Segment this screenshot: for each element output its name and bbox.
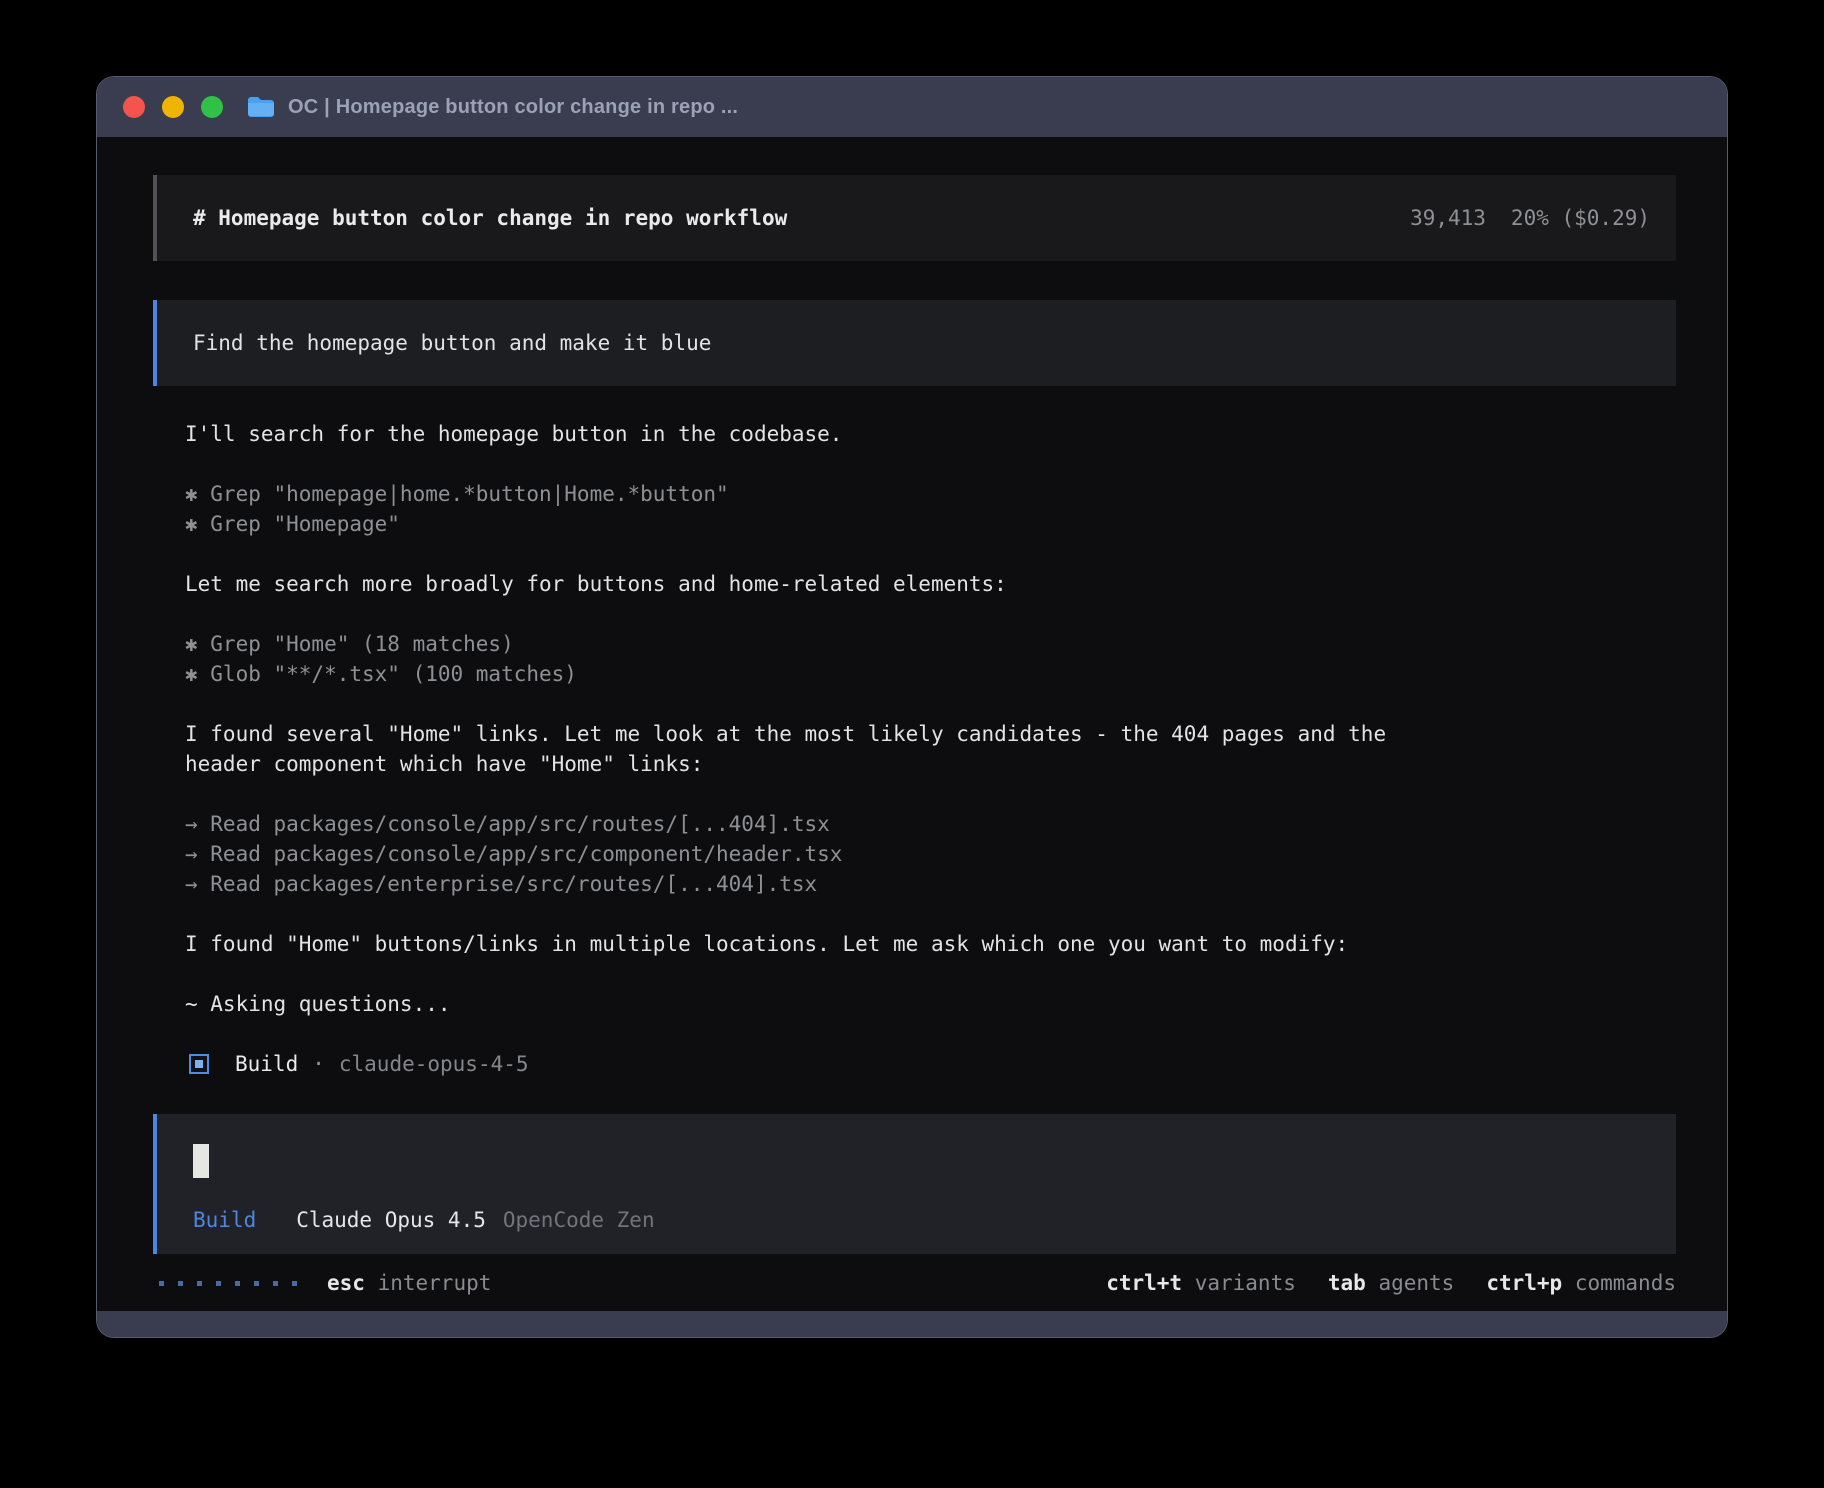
spinner-dot — [197, 1281, 202, 1286]
esc-label: interrupt — [378, 1271, 492, 1295]
tool-call-line: ✱ Grep "Home" (18 matches) — [185, 629, 1676, 659]
folder-icon — [247, 96, 275, 118]
assistant-text-line: I found several "Home" links. Let me loo… — [185, 719, 1676, 749]
tool-call-line: → Read packages/enterprise/src/routes/[.… — [185, 869, 1676, 899]
status-bar-right: ctrl+t variants tab agents ctrl+p comman… — [1106, 1271, 1676, 1295]
text-cursor — [193, 1144, 209, 1178]
spinner-dot — [159, 1281, 164, 1286]
user-message: Find the homepage button and make it blu… — [153, 300, 1676, 386]
spinner-dot — [292, 1281, 297, 1286]
assistant-text-block: I found "Home" buttons/links in multiple… — [185, 929, 1676, 959]
close-button[interactable] — [123, 96, 145, 118]
tool-call-line: → Read packages/console/app/src/routes/[… — [185, 809, 1676, 839]
input-model-label[interactable]: Claude Opus 4.5 — [296, 1208, 486, 1232]
window-title: OC | Homepage button color change in rep… — [288, 96, 738, 119]
tool-call-block: ✱ Grep "homepage|home.*button|Home.*butt… — [185, 479, 1676, 539]
ctrl-p-key: ctrl+p — [1486, 1271, 1562, 1295]
commands-hint: ctrl+p commands — [1486, 1271, 1676, 1295]
assistant-text-line: Let me search more broadly for buttons a… — [185, 569, 1676, 599]
conversation: I'll search for the homepage button in t… — [185, 419, 1676, 1049]
commands-label: commands — [1575, 1271, 1676, 1295]
assistant-text-line: I'll search for the homepage button in t… — [185, 419, 1676, 449]
input-footer: Build Claude Opus 4.5 OpenCode Zen — [193, 1208, 1640, 1232]
session-title: # Homepage button color change in repo w… — [193, 206, 787, 230]
minimize-button[interactable] — [162, 96, 184, 118]
spinner-dot — [254, 1281, 259, 1286]
context-usage: 20% ($0.29) — [1511, 206, 1650, 230]
assistant-text-line: header component which have "Home" links… — [185, 749, 1676, 779]
ctrl-t-key: ctrl+t — [1106, 1271, 1182, 1295]
agent-name: Build — [235, 1052, 298, 1076]
tool-call-line: ✱ Grep "Homepage" — [185, 509, 1676, 539]
window-titlebar[interactable]: OC | Homepage button color change in rep… — [97, 77, 1727, 137]
spinner-dot — [216, 1281, 221, 1286]
variants-label: variants — [1195, 1271, 1296, 1295]
tool-call-block: → Read packages/console/app/src/routes/[… — [185, 809, 1676, 899]
tab-key: tab — [1328, 1271, 1366, 1295]
assistant-text-line: ~ Asking questions... — [185, 989, 1676, 1019]
assistant-text-line: I found "Home" buttons/links in multiple… — [185, 929, 1676, 959]
tool-call-line: ✱ Glob "**/*.tsx" (100 matches) — [185, 659, 1676, 689]
agents-hint: tab agents — [1328, 1271, 1454, 1295]
terminal-window: OC | Homepage button color change in rep… — [96, 76, 1728, 1338]
spinner-dot — [178, 1281, 183, 1286]
session-stats: 39,413 20% ($0.29) — [1410, 206, 1650, 230]
window-bottom-strip — [97, 1311, 1727, 1337]
spinner-dot — [273, 1281, 278, 1286]
esc-key: esc — [327, 1271, 365, 1295]
maximize-button[interactable] — [201, 96, 223, 118]
assistant-text-block: I'll search for the homepage button in t… — [185, 419, 1676, 449]
agent-build-icon-core — [195, 1060, 203, 1068]
agent-status-row: Build · claude-opus-4-5 — [189, 1049, 1676, 1079]
session-header: # Homepage button color change in repo w… — [153, 175, 1676, 261]
input-provider-label: OpenCode Zen — [503, 1208, 655, 1232]
input-mode-label[interactable]: Build — [193, 1208, 256, 1232]
agents-label: agents — [1378, 1271, 1454, 1295]
terminal-content: # Homepage button color change in repo w… — [97, 137, 1727, 1311]
tool-call-line: → Read packages/console/app/src/componen… — [185, 839, 1676, 869]
assistant-text-block: ~ Asking questions... — [185, 989, 1676, 1019]
agent-model: claude-opus-4-5 — [339, 1052, 529, 1076]
tool-call-block: ✱ Grep "Home" (18 matches)✱ Glob "**/*.t… — [185, 629, 1676, 689]
status-bar-left: esc interrupt — [153, 1271, 491, 1295]
agent-separator: · — [312, 1052, 325, 1076]
token-count: 39,413 — [1410, 206, 1486, 230]
assistant-text-block: I found several "Home" links. Let me loo… — [185, 719, 1676, 779]
spinner-dot — [235, 1281, 240, 1286]
prompt-input[interactable]: Build Claude Opus 4.5 OpenCode Zen — [153, 1114, 1676, 1254]
interrupt-hint: esc interrupt — [327, 1271, 491, 1295]
tool-call-line: ✱ Grep "homepage|home.*button|Home.*butt… — [185, 479, 1676, 509]
spinner-dots — [159, 1281, 297, 1286]
variants-hint: ctrl+t variants — [1106, 1271, 1296, 1295]
assistant-text-block: Let me search more broadly for buttons a… — [185, 569, 1676, 599]
user-message-text: Find the homepage button and make it blu… — [193, 331, 711, 355]
agent-build-icon — [189, 1054, 209, 1074]
traffic-lights — [123, 96, 223, 118]
status-bar: esc interrupt ctrl+t variants tab agents… — [153, 1268, 1676, 1298]
